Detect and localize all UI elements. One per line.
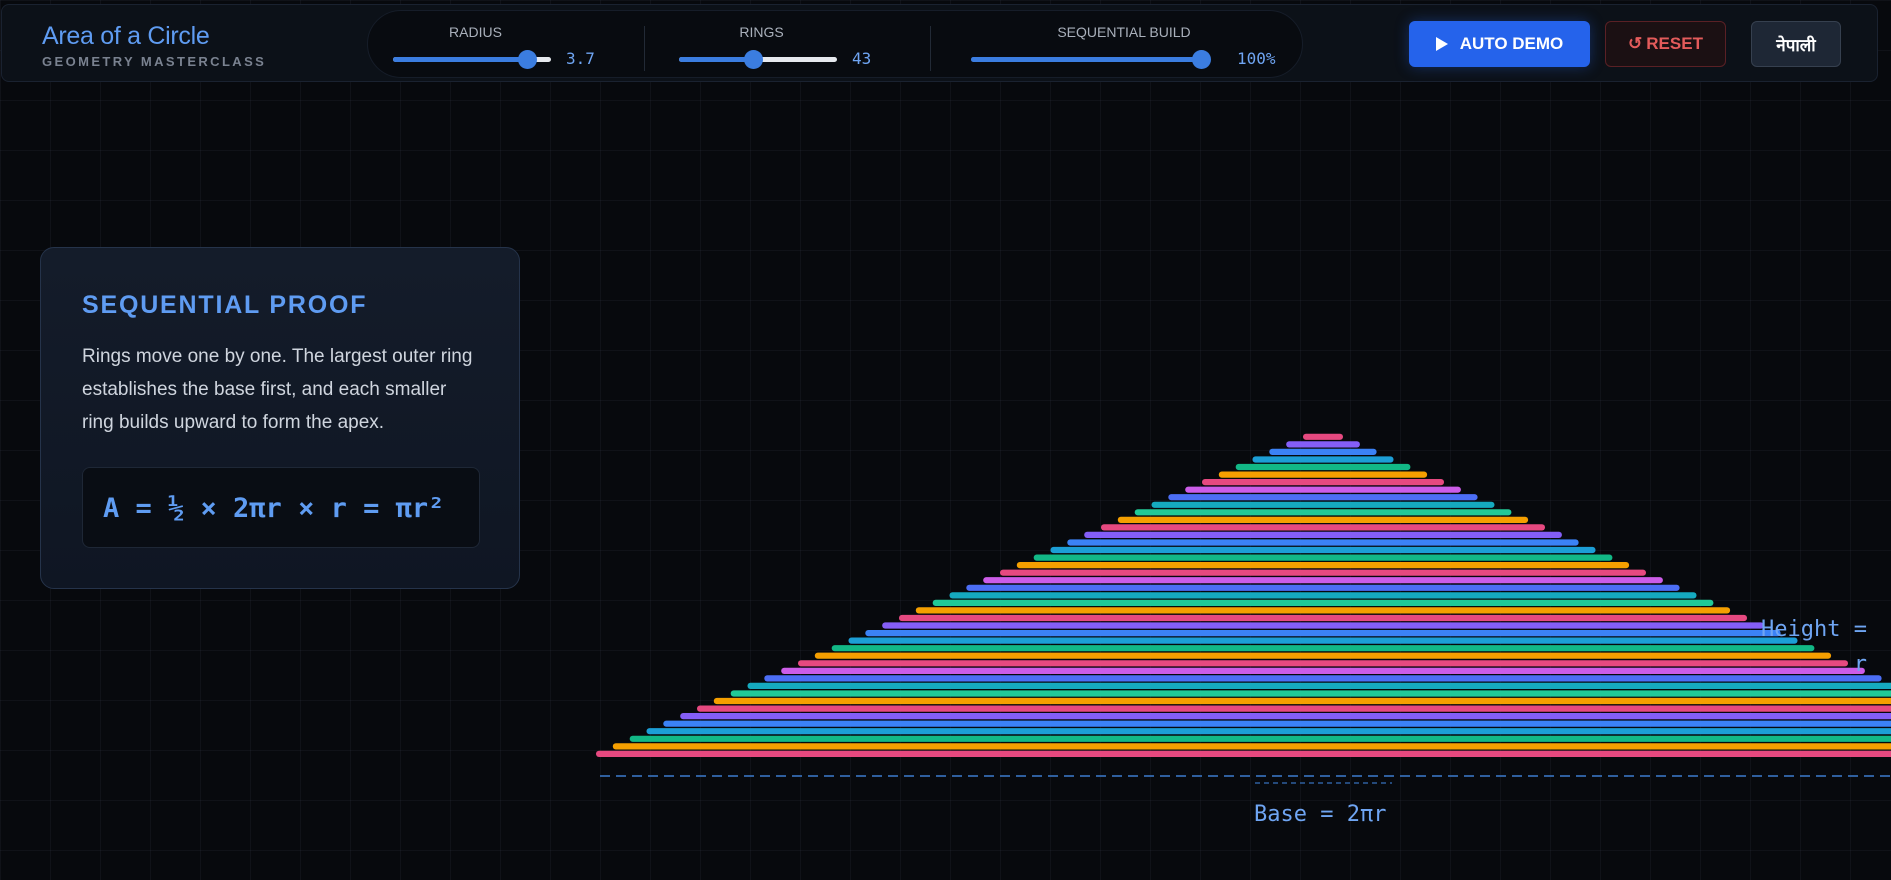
- height-label: Height = r: [1761, 617, 1867, 677]
- ring-strip: [1134, 509, 1512, 516]
- ring-strip: [1303, 433, 1343, 440]
- ring-strip: [612, 743, 1891, 750]
- ring-strip: [865, 630, 1781, 637]
- ring-strip: [798, 660, 1848, 667]
- ring-strip: [629, 735, 1891, 742]
- ring-strip: [915, 607, 1731, 614]
- ring-strip: [949, 592, 1697, 599]
- ring-strip: [663, 720, 1891, 727]
- ring-strip: [1117, 516, 1529, 523]
- ring-strip: [1033, 554, 1613, 561]
- ring-strip: [1185, 486, 1461, 493]
- ring-strip: [882, 622, 1764, 629]
- ring-strip: [764, 675, 1882, 682]
- ring-strip: [831, 645, 1815, 652]
- ring-strip: [848, 637, 1798, 644]
- ring-strip: [1286, 441, 1360, 448]
- ring-strip: [1269, 448, 1377, 455]
- ring-strip: [814, 652, 1832, 659]
- ring-strip: [1084, 531, 1562, 538]
- ring-strip: [966, 584, 1680, 591]
- ring-strip: [680, 713, 1891, 720]
- ring-strip: [1016, 562, 1630, 569]
- ring-strip: [781, 667, 1865, 674]
- ring-strip: [697, 705, 1891, 712]
- ring-strip: [1252, 456, 1394, 463]
- ring-strip: [747, 682, 1891, 689]
- unrolled-rings-visualization: [596, 433, 1891, 784]
- ring-strip: [1168, 494, 1478, 501]
- ring-strip: [1235, 463, 1411, 471]
- ring-strip: [1218, 471, 1428, 478]
- ring-strip: [983, 577, 1663, 584]
- ring-strip: [713, 697, 1891, 705]
- ring-strip: [730, 690, 1891, 697]
- base-label: Base = 2πr: [1254, 802, 1387, 827]
- ring-strip: [932, 599, 1714, 606]
- ring-strip: [646, 728, 1891, 735]
- ring-strip: [1067, 539, 1579, 546]
- ring-strip: [1050, 546, 1596, 554]
- ring-strip: [1101, 524, 1545, 531]
- ring-strip: [1151, 501, 1495, 508]
- ring-strip: [596, 750, 1891, 757]
- ring-strip: [1000, 569, 1646, 576]
- ring-strip: [1202, 479, 1444, 486]
- ring-strip: [899, 614, 1747, 622]
